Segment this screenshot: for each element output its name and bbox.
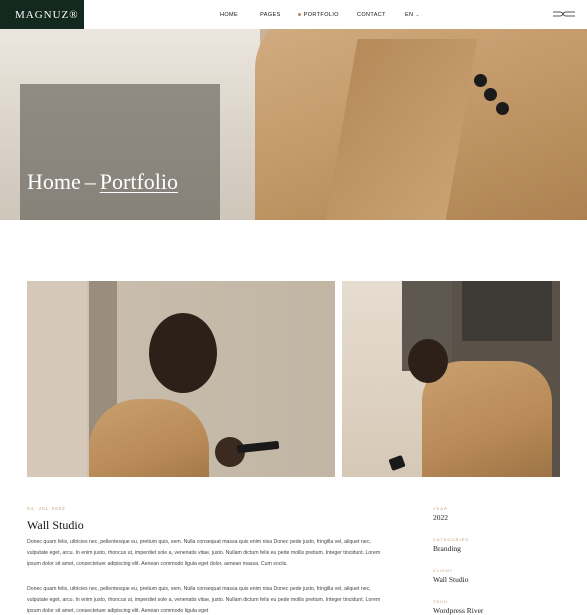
meta-year: YEAR 2022	[433, 506, 448, 522]
coat-button-icon	[474, 74, 487, 87]
meta-tech: TECH Wordpress River	[433, 599, 483, 615]
gallery-image-1[interactable]	[27, 281, 335, 477]
meta-client: CLIENT Wall Studio	[433, 568, 468, 584]
photo-window	[462, 281, 552, 341]
main-nav: HOME PAGES PORTFOLIO CONTACT EN ⌄	[220, 0, 442, 29]
breadcrumb-current[interactable]: Portfolio	[100, 169, 178, 194]
hero-shadow	[20, 84, 220, 220]
nav-home-label: HOME	[220, 11, 239, 18]
nav-contact[interactable]: CONTACT	[357, 12, 386, 18]
person-head	[408, 339, 448, 383]
hero-banner: Home – Portfolio	[0, 29, 587, 220]
logo-text: MAGNUZ®	[15, 8, 79, 21]
meta-tech-value: Wordpress River	[433, 606, 484, 615]
photo-wall-column	[27, 281, 87, 477]
nav-contact-label: CONTACT	[356, 11, 386, 18]
meta-categories-value[interactable]: Branding	[433, 544, 469, 553]
language-label: EN	[404, 11, 414, 18]
meta-categories-label: CATEGORIES	[433, 537, 469, 542]
coat-button-icon	[484, 88, 497, 101]
logo[interactable]: MAGNUZ®	[0, 0, 84, 29]
project-date: 04, JUL 2022	[27, 506, 66, 511]
project-title: Wall Studio	[27, 518, 84, 532]
coat-button-icon	[496, 102, 509, 115]
breadcrumb-separator: –	[84, 169, 96, 194]
menu-icon[interactable]	[553, 9, 575, 19]
meta-client-label: CLIENT	[433, 568, 454, 573]
breadcrumb: Home – Portfolio	[27, 169, 178, 195]
language-select[interactable]: EN ⌄	[405, 12, 420, 18]
project-description: Donec quam felis, ultricies nec, pellent…	[27, 586, 381, 614]
person-head	[149, 313, 217, 393]
nav-portfolio-label: PORTFOLIO	[303, 11, 339, 18]
nav-portfolio[interactable]: PORTFOLIO	[297, 11, 339, 18]
nav-pages[interactable]: PAGES	[260, 12, 281, 18]
gallery-image-2[interactable]	[342, 281, 560, 477]
nav-home[interactable]: HOME	[220, 12, 238, 18]
meta-year-value: 2022	[433, 513, 448, 522]
meta-year-label: YEAR	[433, 506, 448, 511]
meta-categories: CATEGORIES Branding	[433, 537, 469, 553]
site-header: MAGNUZ® HOME PAGES PORTFOLIO CONTACT EN …	[0, 0, 587, 29]
person-coat	[89, 399, 209, 477]
chevron-down-icon: ⌄	[415, 11, 420, 18]
project-description: Donec quam felis, ultricies nec, pellent…	[27, 539, 381, 567]
meta-client-value: Wall Studio	[433, 575, 469, 584]
meta-tech-label: TECH	[433, 599, 448, 604]
person-coat	[422, 361, 552, 477]
active-dot-icon	[297, 13, 301, 16]
breadcrumb-home[interactable]: Home	[27, 169, 81, 194]
nav-pages-label: PAGES	[260, 11, 281, 18]
